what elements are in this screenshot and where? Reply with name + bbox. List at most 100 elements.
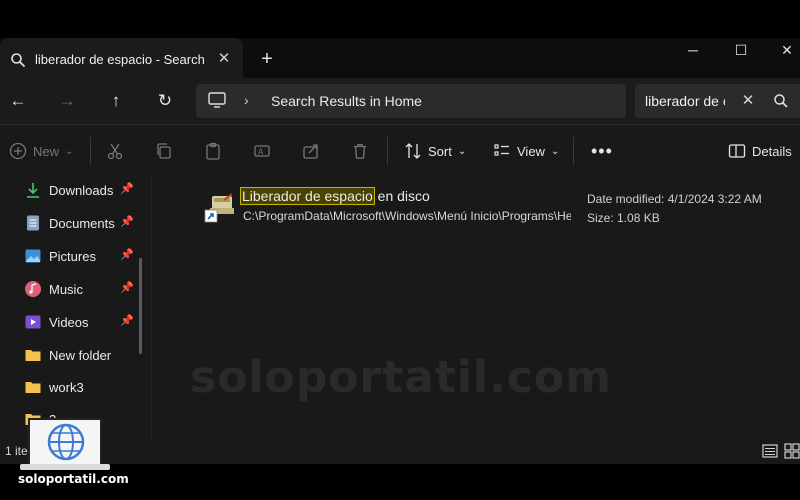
pin-icon: 📌 — [120, 315, 134, 327]
more-options-button[interactable]: ••• — [591, 139, 613, 163]
sidebar-item-documents[interactable]: Documents 📌 — [24, 212, 136, 234]
details-pane-icon — [728, 144, 746, 158]
pin-icon: 📌 — [120, 216, 134, 228]
download-icon — [27, 183, 39, 198]
details-label: Details — [752, 143, 792, 159]
minimize-button[interactable]: ─ — [670, 38, 716, 62]
logo-laptop-base — [20, 464, 110, 470]
clipboard-icon — [206, 142, 220, 160]
folder-icon — [25, 350, 41, 361]
pictures-icon — [25, 249, 41, 263]
sort-icon — [405, 143, 421, 159]
sort-label: Sort — [428, 143, 452, 159]
chevron-right-icon: › — [244, 92, 249, 108]
sidebar-item-pictures[interactable]: Pictures 📌 — [24, 245, 136, 267]
share-icon — [303, 144, 318, 159]
main-content: Downloads 📌 Documents 📌 Pictures 📌 Music… — [0, 176, 800, 438]
copy-button[interactable] — [155, 139, 173, 163]
sidebar-item-label: New folder — [49, 347, 112, 363]
sidebar-scrollbar[interactable] — [139, 258, 142, 354]
new-label: New — [33, 143, 60, 159]
search-input[interactable] — [645, 91, 725, 111]
pin-icon: 📌 — [120, 249, 134, 261]
site-logo — [28, 418, 102, 466]
music-icon — [25, 281, 41, 297]
details-pane-button[interactable]: Details — [728, 139, 792, 163]
pane-divider[interactable] — [151, 176, 152, 438]
sidebar-item-downloads[interactable]: Downloads 📌 — [24, 179, 136, 201]
clear-search-icon[interactable]: ✕ — [738, 91, 758, 111]
chevron-down-icon: ⌄ — [65, 145, 74, 157]
toolbar-divider — [573, 137, 574, 165]
navigation-pane: Downloads 📌 Documents 📌 Pictures 📌 Music… — [0, 176, 152, 438]
svg-text:A: A — [258, 148, 264, 157]
share-button[interactable] — [302, 139, 320, 163]
plus-circle-icon — [9, 142, 27, 160]
result-metadata: Date modified: 4/1/2024 3:22 AM Size: 1.… — [587, 190, 762, 228]
cut-button[interactable] — [106, 139, 124, 163]
close-window-button[interactable]: ✕ — [764, 38, 800, 62]
view-button[interactable]: View ⌄ — [493, 139, 559, 163]
address-bar: ← → ↑ ↻ › Search Results in Home ✕ — [0, 78, 800, 124]
search-icon[interactable] — [773, 93, 789, 109]
logo-text: soloportatil.com — [18, 472, 129, 486]
globe-icon — [47, 423, 85, 461]
delete-button[interactable] — [351, 139, 369, 163]
sidebar-item-label: Documents — [49, 215, 115, 231]
sidebar-item-label: Videos — [49, 314, 89, 330]
result-name: Liberador de espacio en disco — [240, 187, 430, 205]
video-icon — [25, 315, 41, 329]
close-tab-icon[interactable]: ✕ — [214, 49, 234, 69]
sidebar-item-label: Pictures — [49, 248, 96, 264]
rename-icon: A — [254, 145, 270, 157]
address-field[interactable]: › Search Results in Home — [196, 84, 626, 118]
monitor-icon — [208, 92, 226, 108]
result-name-highlight: Liberador de espacio — [240, 187, 375, 205]
tab-title: liberador de espacio - Search — [35, 52, 205, 67]
sort-button[interactable]: Sort ⌄ — [404, 139, 466, 163]
sidebar-item-label: work3 — [49, 379, 84, 395]
rename-button[interactable]: A — [253, 139, 271, 163]
view-list-icon — [494, 144, 509, 156]
maximize-button[interactable]: ☐ — [718, 38, 764, 62]
pin-icon: 📌 — [120, 282, 134, 294]
result-name-rest: en disco — [373, 188, 430, 204]
document-icon — [27, 215, 39, 231]
folder-icon — [25, 382, 41, 393]
sidebar-item-work3[interactable]: work3 — [24, 376, 136, 398]
command-bar: New ⌄ A Sort ⌄ View ⌄ ••• Details — [0, 124, 800, 176]
forward-button[interactable]: → — [56, 90, 78, 112]
back-button[interactable]: ← — [7, 90, 29, 112]
refresh-button[interactable]: ↻ — [154, 90, 176, 112]
chevron-down-icon: ⌄ — [550, 145, 560, 157]
search-result-item[interactable]: Liberador de espacio en disco C:\Program… — [198, 184, 578, 234]
result-path: C:\ProgramData\Microsoft\Windows\Menú In… — [243, 209, 571, 223]
toolbar-divider — [90, 137, 91, 165]
status-bar: 1 item — [0, 438, 800, 464]
chevron-down-icon: ⌄ — [457, 145, 467, 157]
new-tab-button[interactable]: + — [257, 49, 277, 69]
tab-search[interactable]: liberador de espacio - Search ✕ — [0, 38, 243, 82]
new-button[interactable]: New ⌄ — [9, 139, 73, 163]
date-modified: Date modified: 4/1/2024 3:22 AM — [587, 192, 762, 206]
search-box: ✕ — [635, 84, 800, 118]
trash-icon — [354, 143, 366, 159]
scissors-icon — [107, 143, 123, 160]
sidebar-item-new-folder[interactable]: New folder — [24, 344, 136, 366]
details-view-icon[interactable] — [762, 443, 778, 459]
more-icon: ••• — [591, 140, 613, 161]
sidebar-item-music[interactable]: Music 📌 — [24, 278, 136, 300]
file-size: Size: 1.08 KB — [587, 211, 660, 225]
copy-icon — [157, 143, 171, 159]
toolbar-divider — [387, 137, 388, 165]
sidebar-item-label: Music — [49, 281, 83, 297]
sidebar-item-videos[interactable]: Videos 📌 — [24, 311, 136, 333]
up-button[interactable]: ↑ — [105, 90, 127, 112]
sidebar-item-label: Downloads — [49, 182, 114, 198]
address-path: Search Results in Home — [271, 93, 422, 109]
pin-icon: 📌 — [120, 183, 134, 195]
paste-button[interactable] — [204, 139, 222, 163]
view-label: View — [517, 143, 545, 159]
tiles-view-icon[interactable] — [784, 443, 800, 459]
search-icon — [11, 53, 26, 68]
